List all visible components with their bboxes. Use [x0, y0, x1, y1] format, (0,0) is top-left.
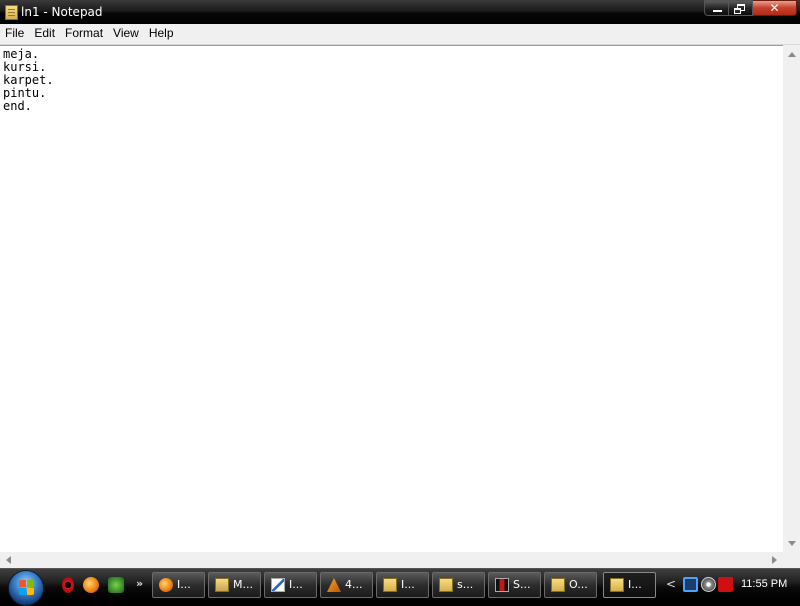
taskbar-button[interactable]: s... [432, 572, 485, 598]
close-icon: ✕ [769, 1, 780, 15]
taskbar-button[interactable]: O... [544, 572, 597, 598]
menu-edit[interactable]: Edit [29, 24, 60, 44]
network-icon[interactable] [683, 577, 698, 592]
taskbar-button[interactable]: M... [208, 572, 261, 598]
notepad-icon [383, 578, 397, 592]
scroll-right-icon[interactable] [772, 556, 777, 564]
taskbar-button-active[interactable]: I... [603, 572, 656, 598]
opera-icon[interactable] [62, 577, 74, 593]
folder-icon [215, 578, 229, 592]
menu-format[interactable]: Format [60, 24, 108, 44]
window-title: ln1 - Notepad [21, 5, 103, 19]
antivirus-icon[interactable] [718, 577, 733, 592]
minimize-icon [713, 10, 722, 12]
security-icon[interactable] [701, 577, 716, 592]
menu-view[interactable]: View [108, 24, 144, 44]
scroll-down-icon[interactable] [788, 541, 796, 546]
minimize-button[interactable] [704, 0, 729, 16]
title-bar[interactable]: ln1 - Notepad ✕ [0, 0, 800, 24]
notepad-icon [439, 578, 453, 592]
clock[interactable]: 11:55 PM [741, 578, 787, 590]
taskbar-button[interactable]: I... [376, 572, 429, 598]
restore-button[interactable] [729, 0, 753, 16]
scroll-up-icon[interactable] [788, 52, 796, 57]
notepad-icon [610, 578, 624, 592]
restore-icon [734, 4, 745, 14]
taskbar-button[interactable]: 4... [320, 572, 373, 598]
app-icon [495, 578, 509, 592]
menu-bar: File Edit Format View Help [0, 24, 800, 45]
taskbar-button[interactable]: I... [152, 572, 205, 598]
firefox-icon [159, 578, 173, 592]
close-button[interactable]: ✕ [753, 0, 797, 16]
taskbar-button[interactable]: I... [264, 572, 317, 598]
horizontal-scrollbar[interactable] [0, 552, 783, 568]
scroll-corner [783, 552, 800, 568]
show-hidden-icons-chevron-icon[interactable]: < [666, 577, 676, 591]
taskbar-button[interactable]: S... [488, 572, 541, 598]
caption-buttons: ✕ [704, 0, 797, 17]
notepad-icon[interactable] [5, 5, 18, 20]
start-button[interactable] [8, 570, 44, 606]
windows-logo-icon [19, 580, 35, 596]
vertical-scrollbar[interactable] [783, 45, 800, 552]
menu-help[interactable]: Help [144, 24, 179, 44]
winamp-icon [327, 578, 341, 592]
scroll-left-icon[interactable] [6, 556, 11, 564]
menu-file[interactable]: File [0, 24, 29, 44]
taskbar: » I... M... I... 4... I... s... S... O..… [0, 568, 800, 606]
notepad-icon [551, 578, 565, 592]
quick-launch-chevron-icon[interactable]: » [136, 577, 143, 590]
editor-content[interactable]: meja. kursi. karpet. pintu. end. [0, 46, 783, 113]
download-icon[interactable] [108, 577, 124, 593]
text-editor[interactable]: meja. kursi. karpet. pintu. end. [0, 45, 783, 552]
firefox-icon[interactable] [83, 577, 99, 593]
paint-icon [271, 578, 285, 592]
